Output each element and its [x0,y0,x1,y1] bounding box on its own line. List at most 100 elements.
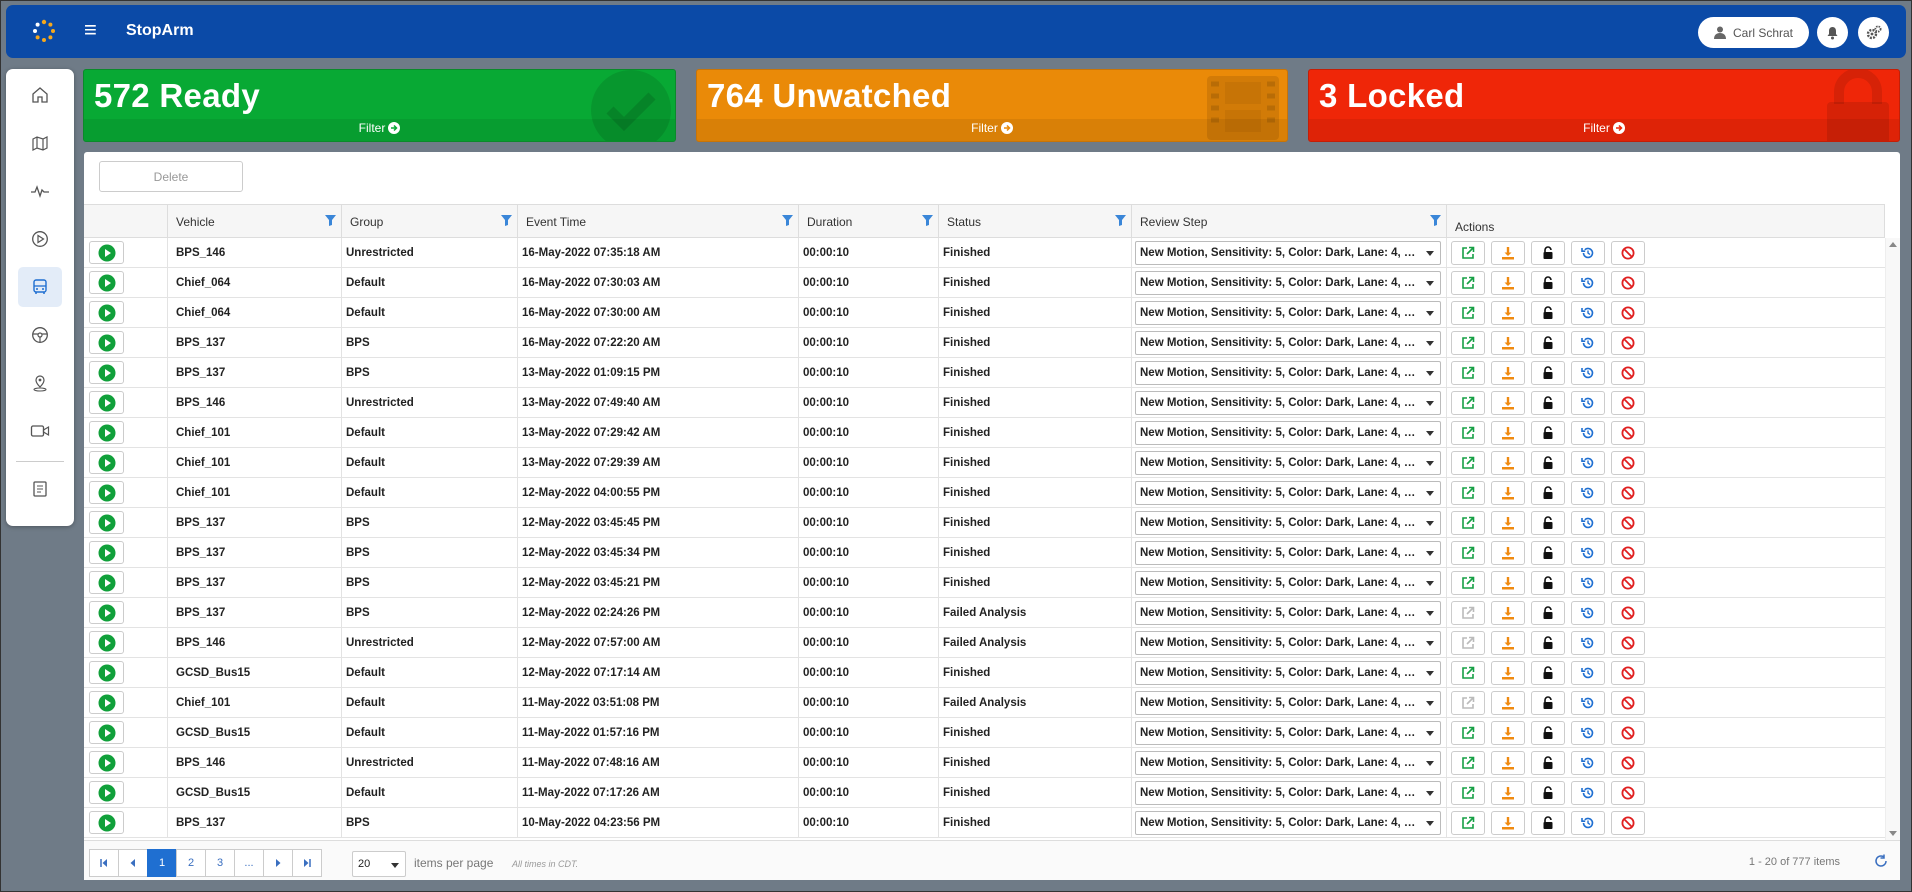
unlock-button[interactable] [1531,451,1565,475]
history-button[interactable] [1571,391,1605,415]
play-button[interactable] [89,571,124,594]
delete-button[interactable]: Delete [99,161,243,192]
next-page-button[interactable] [263,849,293,877]
sidebar-item-home[interactable] [18,75,62,115]
history-button[interactable] [1571,811,1605,835]
history-button[interactable] [1571,721,1605,745]
block-button[interactable] [1611,571,1645,595]
sidebar-item-map[interactable] [18,123,62,163]
history-button[interactable] [1571,421,1605,445]
download-button[interactable] [1491,241,1525,265]
filter-icon[interactable] [782,215,793,229]
play-button[interactable] [89,481,124,504]
last-page-button[interactable] [292,849,322,877]
review-step-select[interactable]: New Motion, Sensitivity: 5, Color: Dark,… [1135,361,1441,385]
download-button[interactable] [1491,271,1525,295]
scroll-up-icon[interactable] [1889,242,1897,247]
history-button[interactable] [1571,271,1605,295]
download-button[interactable] [1491,511,1525,535]
review-step-select[interactable]: New Motion, Sensitivity: 5, Color: Dark,… [1135,511,1441,535]
share-button[interactable] [1451,241,1485,265]
block-button[interactable] [1611,511,1645,535]
share-button[interactable] [1451,331,1485,355]
history-button[interactable] [1571,661,1605,685]
share-button[interactable] [1451,811,1485,835]
review-step-select[interactable]: New Motion, Sensitivity: 5, Color: Dark,… [1135,691,1441,715]
page-size-select[interactable]: 20 [352,851,406,877]
history-button[interactable] [1571,571,1605,595]
block-button[interactable] [1611,241,1645,265]
unlock-button[interactable] [1531,781,1565,805]
sidebar-item-video[interactable] [18,411,62,451]
filter-icon[interactable] [1430,215,1441,229]
share-button[interactable] [1451,301,1485,325]
review-step-select[interactable]: New Motion, Sensitivity: 5, Color: Dark,… [1135,601,1441,625]
unlock-button[interactable] [1531,721,1565,745]
unlock-button[interactable] [1531,511,1565,535]
download-button[interactable] [1491,691,1525,715]
play-button[interactable] [89,331,124,354]
column-header-status[interactable]: Status [939,205,1132,238]
unlock-button[interactable] [1531,631,1565,655]
share-button[interactable] [1451,421,1485,445]
more-pages-button[interactable]: ... [234,849,264,877]
history-button[interactable] [1571,331,1605,355]
filter-icon[interactable] [1115,215,1126,229]
sidebar-item-reports[interactable] [18,469,62,509]
history-button[interactable] [1571,691,1605,715]
share-button[interactable] [1451,481,1485,505]
unlock-button[interactable] [1531,751,1565,775]
history-button[interactable] [1571,361,1605,385]
download-button[interactable] [1491,661,1525,685]
history-button[interactable] [1571,481,1605,505]
block-button[interactable] [1611,721,1645,745]
unlock-button[interactable] [1531,601,1565,625]
block-button[interactable] [1611,541,1645,565]
history-button[interactable] [1571,631,1605,655]
settings-button[interactable] [1858,17,1889,48]
review-step-select[interactable]: New Motion, Sensitivity: 5, Color: Dark,… [1135,481,1441,505]
filter-icon[interactable] [501,215,512,229]
review-step-select[interactable]: New Motion, Sensitivity: 5, Color: Dark,… [1135,541,1441,565]
play-button[interactable] [89,721,124,744]
unlock-button[interactable] [1531,481,1565,505]
block-button[interactable] [1611,811,1645,835]
play-button[interactable] [89,631,124,654]
review-step-select[interactable]: New Motion, Sensitivity: 5, Color: Dark,… [1135,751,1441,775]
block-button[interactable] [1611,391,1645,415]
column-header-event-time[interactable]: Event Time [518,205,799,238]
block-button[interactable] [1611,661,1645,685]
unlock-button[interactable] [1531,241,1565,265]
sidebar-item-stoparm[interactable] [18,267,62,307]
download-button[interactable] [1491,541,1525,565]
locked-filter-link[interactable]: Filter [1309,121,1899,135]
share-button[interactable] [1451,361,1485,385]
block-button[interactable] [1611,481,1645,505]
review-step-select[interactable]: New Motion, Sensitivity: 5, Color: Dark,… [1135,391,1441,415]
share-button[interactable] [1451,721,1485,745]
share-button[interactable] [1451,571,1485,595]
unlock-button[interactable] [1531,661,1565,685]
app-logo-icon[interactable] [32,19,56,43]
share-button[interactable] [1451,451,1485,475]
unlock-button[interactable] [1531,271,1565,295]
ready-filter-link[interactable]: Filter [84,121,675,135]
download-button[interactable] [1491,601,1525,625]
download-button[interactable] [1491,361,1525,385]
review-step-select[interactable]: New Motion, Sensitivity: 5, Color: Dark,… [1135,271,1441,295]
review-step-select[interactable]: New Motion, Sensitivity: 5, Color: Dark,… [1135,241,1441,265]
share-button[interactable] [1451,751,1485,775]
review-step-select[interactable]: New Motion, Sensitivity: 5, Color: Dark,… [1135,661,1441,685]
unwatched-filter-link[interactable]: Filter [697,121,1287,135]
play-button[interactable] [89,511,124,534]
column-header-review-step[interactable]: Review Step [1132,205,1447,238]
block-button[interactable] [1611,691,1645,715]
share-button[interactable] [1451,601,1485,625]
history-button[interactable] [1571,301,1605,325]
download-button[interactable] [1491,331,1525,355]
history-button[interactable] [1571,451,1605,475]
vertical-scrollbar[interactable] [1885,238,1900,840]
download-button[interactable] [1491,451,1525,475]
user-menu-button[interactable]: Carl Schrat [1698,17,1809,48]
unlock-button[interactable] [1531,691,1565,715]
